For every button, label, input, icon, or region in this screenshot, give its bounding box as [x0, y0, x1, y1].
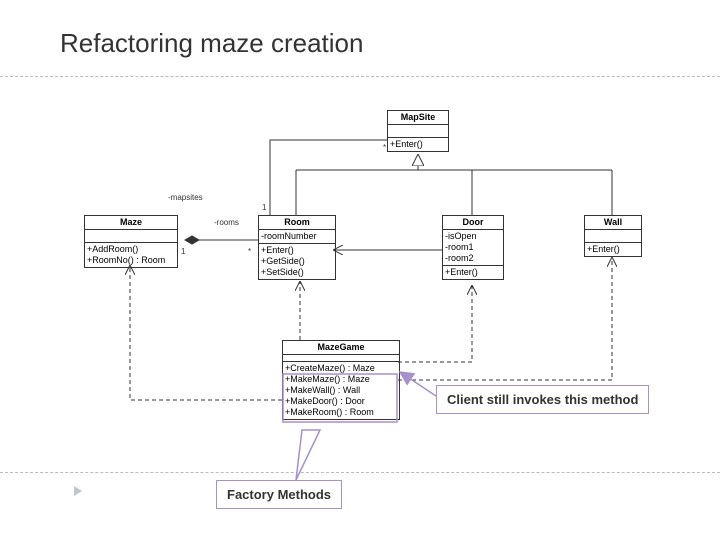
class-attrs: [85, 230, 177, 243]
op: +MakeMaze() : Maze: [285, 374, 397, 385]
op: +GetSide(): [261, 256, 333, 267]
class-ops: +Enter(): [388, 138, 448, 151]
label-star: *: [248, 247, 251, 256]
class-room: Room -roomNumber +Enter() +GetSide() +Se…: [258, 215, 336, 280]
class-attrs: [388, 125, 448, 138]
class-door: Door -isOpen -room1 -room2 +Enter(): [442, 215, 504, 280]
op: +MakeWall() : Wall: [285, 385, 397, 396]
label-mapsites: -mapsites: [168, 193, 203, 202]
label-one: 1: [262, 203, 266, 212]
class-attrs: [283, 355, 399, 362]
class-ops: +Enter() +GetSide() +SetSide(): [259, 244, 335, 279]
class-maze: Maze +AddRoom() +RoomNo() : Room: [84, 215, 178, 268]
class-ops: +Enter(): [443, 266, 503, 279]
attr: -room2: [445, 253, 501, 264]
class-attrs: -roomNumber: [259, 230, 335, 244]
divider-top: [0, 76, 720, 77]
class-name: MapSite: [388, 111, 448, 125]
op: +MakeDoor() : Door: [285, 396, 397, 407]
class-ops: +Enter(): [585, 243, 641, 256]
attr: -room1: [445, 242, 501, 253]
class-name: Maze: [85, 216, 177, 230]
class-name: MazeGame: [283, 341, 399, 355]
page-title: Refactoring maze creation: [60, 28, 363, 59]
class-ops: +AddRoom() +RoomNo() : Room: [85, 243, 177, 267]
op: +CreateMaze() : Maze: [285, 363, 397, 374]
class-name: Door: [443, 216, 503, 230]
class-mazegame: MazeGame +CreateMaze() : Maze +MakeMaze(…: [282, 340, 400, 420]
op: +RoomNo() : Room: [87, 255, 175, 266]
class-ops: +CreateMaze() : Maze +MakeMaze() : Maze …: [283, 362, 399, 419]
class-name: Room: [259, 216, 335, 230]
class-wall: Wall +Enter(): [584, 215, 642, 257]
diamond-icon: [185, 236, 199, 244]
divider-bottom: [0, 472, 720, 473]
callout-factory-methods: Factory Methods: [216, 480, 342, 509]
note-client-invokes: Client still invokes this method: [436, 385, 649, 414]
class-attrs: -isOpen -room1 -room2: [443, 230, 503, 266]
class-attrs: [585, 230, 641, 243]
slide-nav-icon: [74, 486, 82, 496]
label-rooms: -rooms: [214, 218, 239, 227]
op: +SetSide(): [261, 267, 333, 278]
op: +MakeRoom() : Room: [285, 407, 397, 418]
label-one: 1: [181, 247, 185, 256]
class-name: Wall: [585, 216, 641, 230]
label-star: *: [383, 143, 386, 152]
op: +AddRoom(): [87, 244, 175, 255]
op: +Enter(): [261, 245, 333, 256]
attr: -isOpen: [445, 231, 501, 242]
class-mapsite: MapSite +Enter(): [387, 110, 449, 152]
